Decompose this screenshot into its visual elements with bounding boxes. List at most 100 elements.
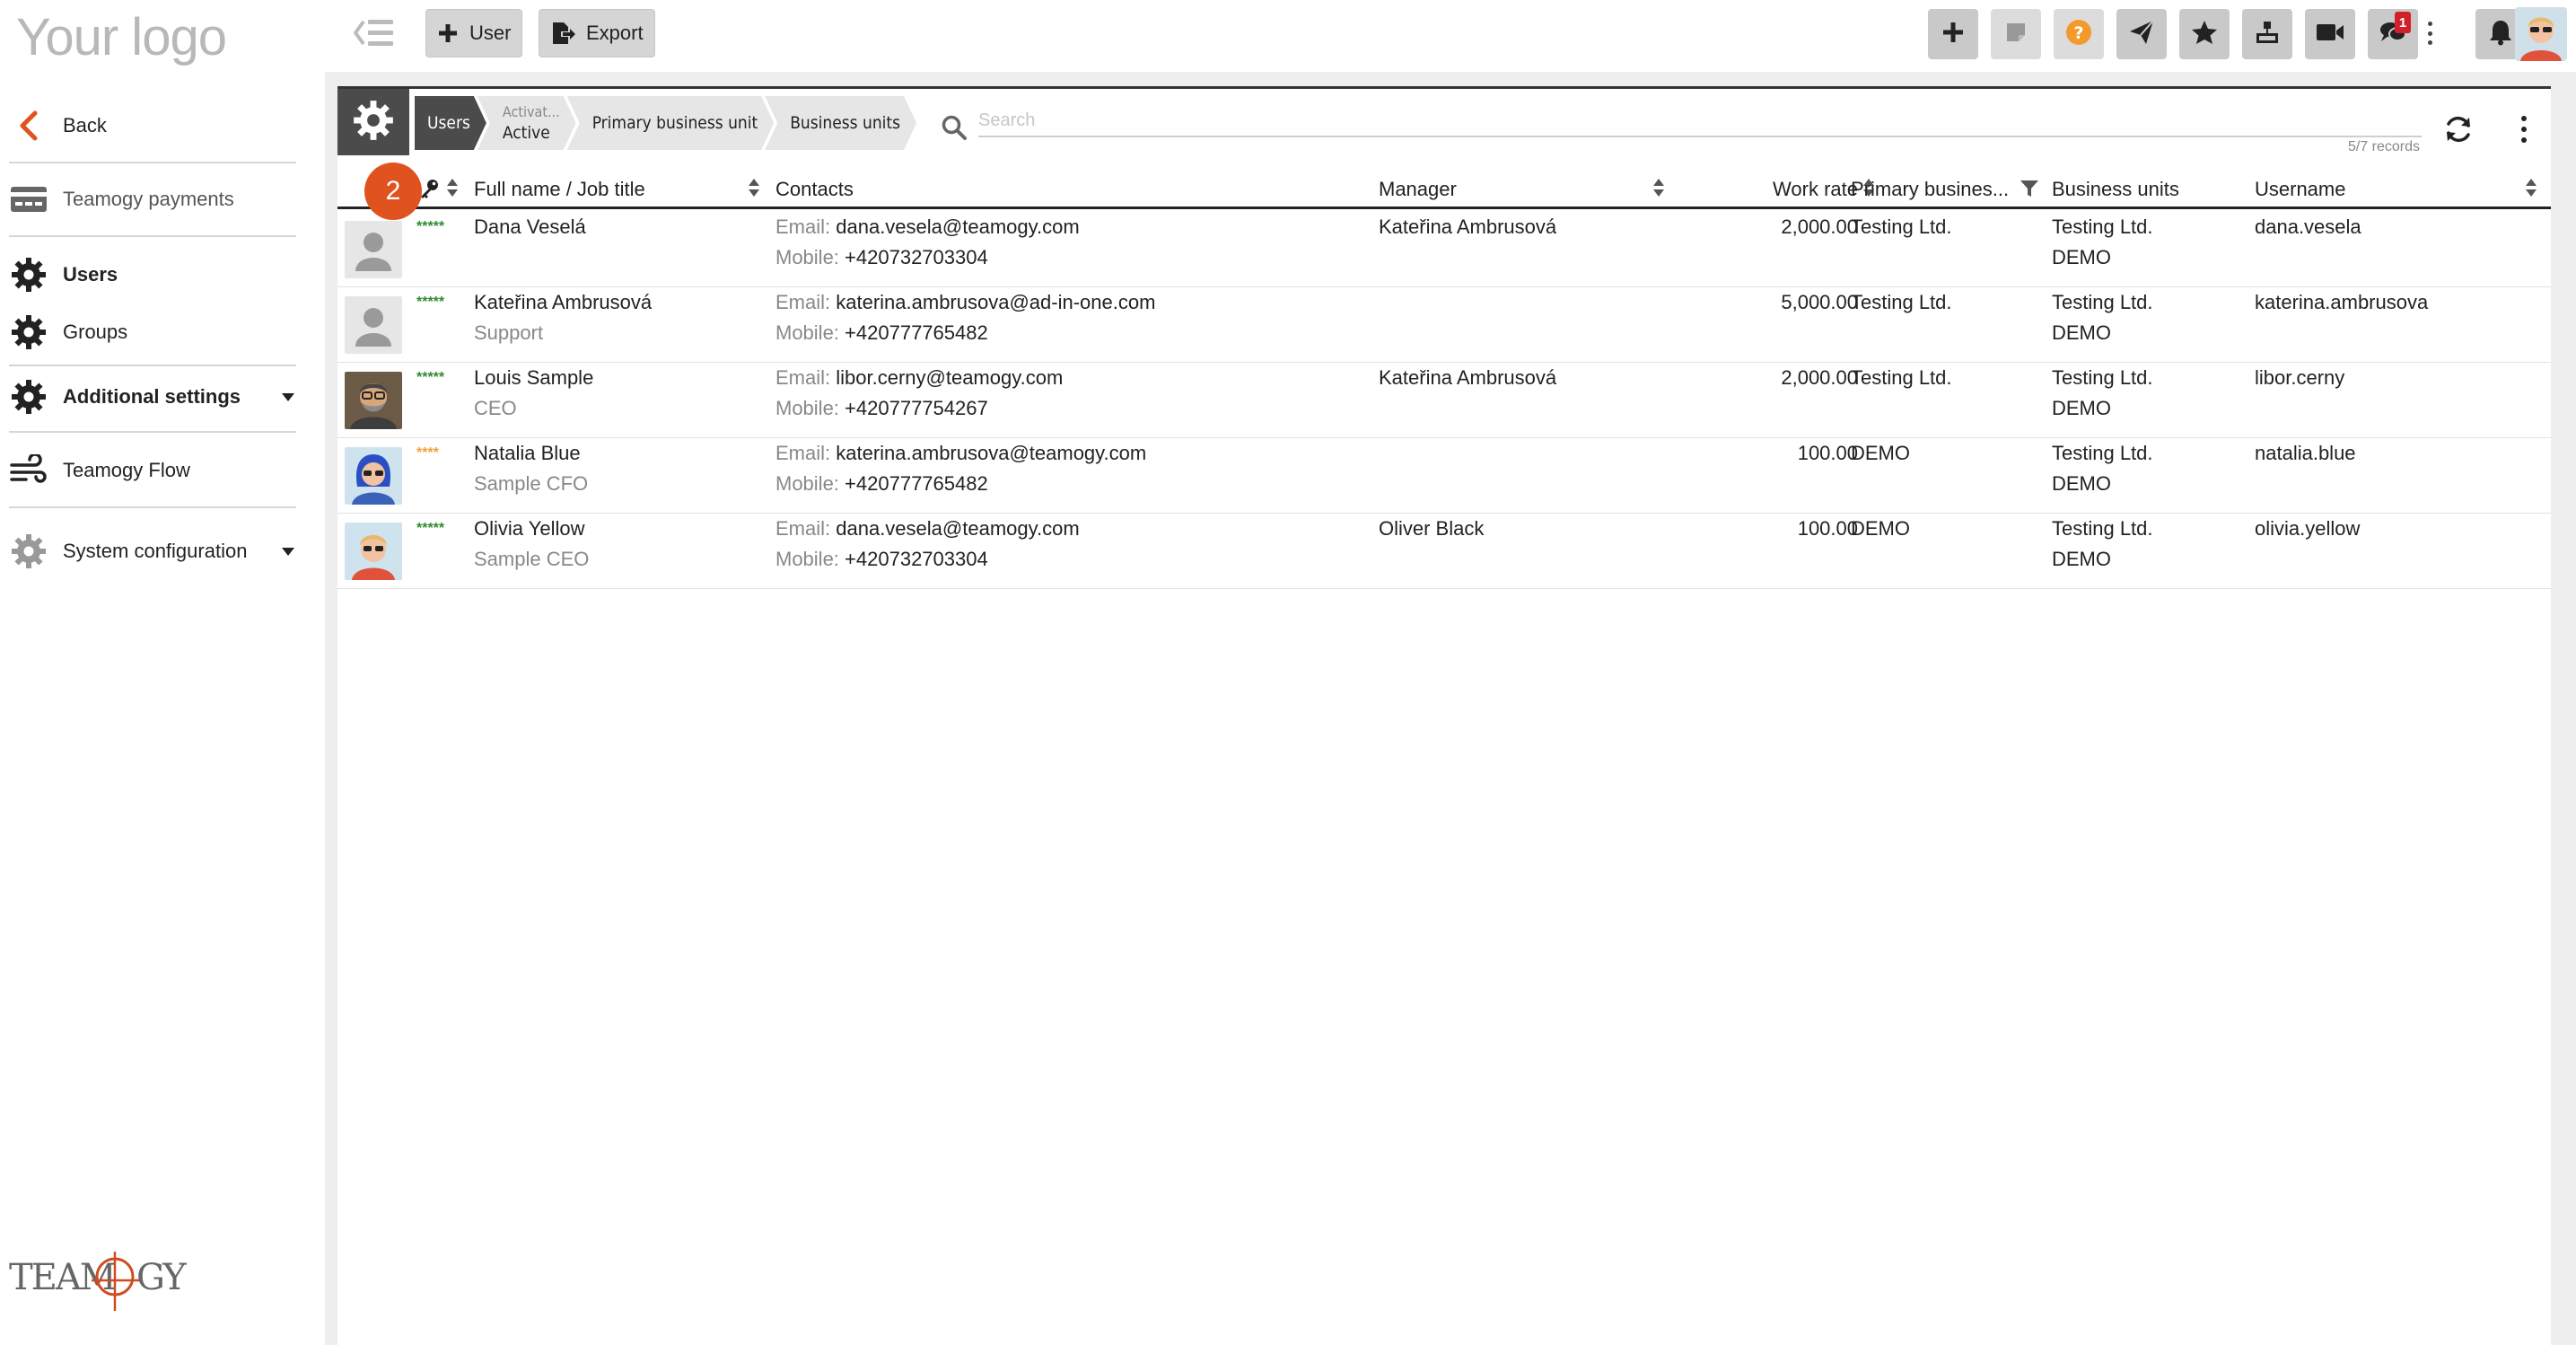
company-logo: Your logo xyxy=(16,8,227,66)
refresh-icon[interactable] xyxy=(2443,114,2474,145)
user-avatar[interactable] xyxy=(2515,7,2567,61)
add-user-label: User xyxy=(469,22,512,44)
table-row[interactable]: ***** Olivia Yellow Sample CEO Email: da… xyxy=(337,514,2551,589)
user-avatar-photo xyxy=(345,447,402,505)
add-user-button[interactable]: User xyxy=(425,9,523,57)
collapse-menu-icon[interactable] xyxy=(352,14,397,52)
sidebar-item-additional-settings[interactable]: Additional settings xyxy=(0,370,305,424)
contacts-cell: Email: katerina.ambrusova@teamogy.com Mo… xyxy=(775,438,1146,499)
sidebar-item-teamogy-payments[interactable]: Teamogy payments xyxy=(0,172,305,226)
payment-card-icon xyxy=(9,180,48,219)
business-unit: DEMO xyxy=(2052,548,2111,570)
view-settings-button[interactable] xyxy=(337,89,409,155)
main-area: Users Activat... Active Primary business… xyxy=(325,72,2576,1345)
work-rate-cell: 5,000.00 xyxy=(1781,291,1858,313)
username-cell: katerina.ambrusova xyxy=(2255,291,2429,313)
sort-username-icon[interactable] xyxy=(2526,179,2537,200)
plus-icon xyxy=(437,22,459,44)
column-header-work-rate[interactable]: Work rate xyxy=(1730,170,1858,209)
search-input[interactable] xyxy=(978,105,2422,137)
wind-flow-icon xyxy=(9,451,48,490)
help-button[interactable]: ? xyxy=(2054,9,2104,59)
column-header-name[interactable]: Full name / Job title xyxy=(474,170,645,209)
table-row[interactable]: ***** Kateřina Ambrusová Support Email: … xyxy=(337,287,2551,363)
column-header-primary-business-unit[interactable]: Primary busines... xyxy=(1851,170,2009,209)
sidebar-item-back[interactable]: Back xyxy=(0,99,305,153)
email-link[interactable]: dana.vesela@teamogy.com xyxy=(836,517,1079,540)
chat-button[interactable]: 1 xyxy=(2368,9,2418,59)
email-link[interactable]: katerina.ambrusova@teamogy.com xyxy=(836,442,1146,464)
sidebar-item-teamogy-flow[interactable]: Teamogy Flow xyxy=(0,444,305,497)
divider xyxy=(9,235,296,237)
column-header-contacts[interactable]: Contacts xyxy=(775,170,854,209)
email-link[interactable]: dana.vesela@teamogy.com xyxy=(836,215,1079,238)
breadcrumb-primary-business-unit[interactable]: Primary business unit xyxy=(567,96,775,150)
table-row[interactable]: **** Natalia Blue Sample CFO Email: kate… xyxy=(337,438,2551,514)
video-call-button[interactable] xyxy=(2305,9,2355,59)
send-button[interactable] xyxy=(2116,9,2167,59)
record-count: 5/7 records xyxy=(2347,139,2420,154)
sidebar-item-label: System configuration xyxy=(63,540,248,562)
gear-icon xyxy=(9,532,48,571)
export-button[interactable]: Export xyxy=(539,9,655,57)
mobile-label: Mobile: xyxy=(775,397,839,419)
org-structure-button[interactable] xyxy=(2242,9,2292,59)
mobile-link[interactable]: +420732703304 xyxy=(845,548,988,570)
contacts-cell: Email: katerina.ambrusova@ad-in-one.com … xyxy=(775,287,1155,348)
chevron-left-icon xyxy=(9,106,48,145)
business-unit: Testing Ltd. xyxy=(2052,442,2153,464)
column-header-business-units[interactable]: Business units xyxy=(2052,170,2179,209)
sitemap-icon xyxy=(2254,19,2281,50)
mobile-link[interactable]: +420777754267 xyxy=(845,397,988,419)
star-icon xyxy=(2191,19,2218,50)
video-icon xyxy=(2315,21,2345,48)
caret-down-icon xyxy=(282,392,294,401)
sidebar-item-groups[interactable]: Groups xyxy=(0,305,305,359)
business-units-cell: Testing Ltd. DEMO xyxy=(2052,287,2153,348)
breadcrumb-business-units[interactable]: Business units xyxy=(765,96,916,150)
more-menu-icon[interactable] xyxy=(2427,22,2432,45)
breadcrumb-users[interactable]: Users xyxy=(415,96,486,150)
breadcrumb-activation-filter[interactable]: Activat... Active xyxy=(478,96,576,150)
user-avatar-placeholder xyxy=(345,296,402,354)
email-link[interactable]: libor.cerny@teamogy.com xyxy=(836,366,1063,389)
table-row[interactable]: ***** Louis Sample CEO Email: libor.cern… xyxy=(337,363,2551,438)
sticky-note-button[interactable] xyxy=(1991,9,2041,59)
filter-icon[interactable] xyxy=(2020,175,2039,202)
mobile-link[interactable]: +420732703304 xyxy=(845,246,988,268)
sort-name-icon[interactable] xyxy=(749,179,759,200)
email-link[interactable]: katerina.ambrusova@ad-in-one.com xyxy=(836,291,1155,313)
panel-more-menu-icon[interactable] xyxy=(2520,116,2528,143)
full-name: Olivia Yellow xyxy=(474,517,585,540)
business-unit: Testing Ltd. xyxy=(2052,366,2153,389)
sort-manager-icon[interactable] xyxy=(1653,179,1664,200)
manager-cell: Oliver Black xyxy=(1379,517,1485,540)
email-label: Email: xyxy=(775,517,831,540)
export-label: Export xyxy=(586,22,644,44)
work-rate-cell: 100.00 xyxy=(1797,517,1858,540)
mobile-link[interactable]: +420777765482 xyxy=(845,321,988,344)
column-header-manager[interactable]: Manager xyxy=(1379,170,1457,209)
business-units-label: Business units xyxy=(790,113,901,133)
table-row[interactable]: ***** Dana Veselá Email: dana.vesela@tea… xyxy=(337,212,2551,287)
send-icon xyxy=(2128,19,2155,50)
business-unit: Testing Ltd. xyxy=(2052,517,2153,540)
manager-cell: Kateřina Ambrusová xyxy=(1379,215,1557,238)
favorites-button[interactable] xyxy=(2179,9,2230,59)
mobile-label: Mobile: xyxy=(775,548,839,570)
sidebar-item-users[interactable]: Users xyxy=(0,248,305,302)
manager-cell: Kateřina Ambrusová xyxy=(1379,366,1557,389)
sort-key-icon[interactable] xyxy=(447,179,458,200)
svg-text:GY: GY xyxy=(136,1257,187,1298)
divider xyxy=(9,365,296,366)
sidebar-item-system-configuration[interactable]: System configuration xyxy=(0,524,305,578)
email-label: Email: xyxy=(775,442,831,464)
mobile-label: Mobile: xyxy=(775,472,839,495)
sidebar-item-label: Teamogy payments xyxy=(63,188,234,210)
quick-add-button[interactable] xyxy=(1928,9,1978,59)
mobile-label: Mobile: xyxy=(775,321,839,344)
column-header-username[interactable]: Username xyxy=(2255,170,2345,209)
username-cell: libor.cerny xyxy=(2255,366,2345,389)
mobile-link[interactable]: +420777765482 xyxy=(845,472,988,495)
work-rate-cell: 2,000.00 xyxy=(1781,366,1858,389)
